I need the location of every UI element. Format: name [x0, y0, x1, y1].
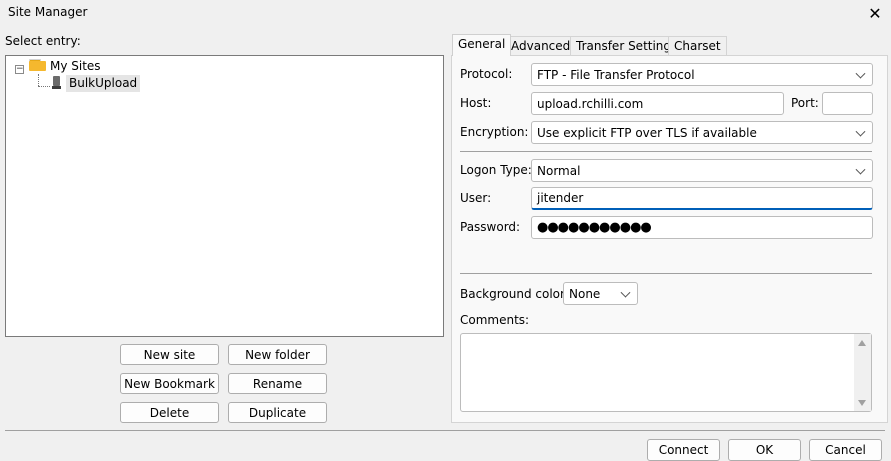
tab-charset[interactable]: Charset	[668, 36, 727, 56]
port-input[interactable]	[822, 92, 873, 115]
window-title: Site Manager	[8, 5, 88, 19]
new-folder-button[interactable]: New folder	[228, 344, 327, 365]
tree-connector	[38, 74, 39, 86]
password-value: ●●●●●●●●●●●	[537, 220, 652, 235]
title-bar: Site Manager ✕	[0, 0, 891, 26]
tab-general[interactable]: General	[452, 34, 512, 56]
encryption-label: Encryption:	[460, 125, 529, 139]
tab-advanced[interactable]: Advanced	[505, 36, 577, 56]
chevron-down-icon	[620, 287, 631, 298]
scroll-down-icon[interactable]	[858, 400, 866, 406]
tree-connector	[38, 86, 50, 87]
background-color-label: Background color:	[460, 287, 569, 301]
rename-button[interactable]: Rename	[228, 373, 327, 394]
protocol-value: FTP - File Transfer Protocol	[537, 67, 695, 82]
user-value: jitender	[537, 191, 584, 205]
new-bookmark-button[interactable]: New Bookmark	[120, 373, 219, 394]
select-entry-label: Select entry:	[5, 34, 81, 48]
duplicate-button[interactable]: Duplicate	[228, 402, 327, 423]
logon-type-select[interactable]: Normal	[531, 159, 873, 182]
background-color-select[interactable]: None	[563, 282, 638, 305]
protocol-label: Protocol:	[460, 67, 513, 81]
new-site-button[interactable]: New site	[120, 344, 219, 365]
server-icon	[52, 76, 61, 90]
background-color-value: None	[569, 286, 601, 301]
folder-icon	[29, 59, 46, 71]
comments-label: Comments:	[460, 313, 530, 327]
user-input[interactable]: jitender	[531, 187, 873, 210]
cancel-button[interactable]: Cancel	[809, 439, 882, 461]
ok-button[interactable]: OK	[728, 439, 801, 461]
delete-button[interactable]: Delete	[120, 402, 219, 423]
divider	[460, 151, 872, 152]
divider	[460, 273, 872, 274]
chevron-down-icon	[855, 68, 866, 79]
encryption-value: Use explicit FTP over TLS if available	[537, 125, 757, 140]
footer-divider	[5, 430, 885, 431]
scroll-up-icon[interactable]	[858, 340, 866, 346]
host-value: upload.rchilli.com	[537, 96, 644, 111]
tree-root-label[interactable]: My Sites	[50, 58, 101, 75]
comments-scrollbar[interactable]	[854, 334, 871, 411]
logon-type-value: Normal	[537, 163, 581, 178]
close-icon[interactable]: ✕	[860, 0, 890, 26]
comments-textarea[interactable]	[460, 333, 872, 412]
host-input[interactable]: upload.rchilli.com	[531, 92, 784, 115]
password-input[interactable]: ●●●●●●●●●●●	[531, 216, 873, 239]
chevron-down-icon	[855, 164, 866, 175]
connect-button[interactable]: Connect	[647, 439, 720, 461]
collapse-icon[interactable]: −	[15, 65, 24, 74]
protocol-select[interactable]: FTP - File Transfer Protocol	[531, 63, 873, 86]
site-tree[interactable]: − My Sites	[5, 55, 444, 337]
chevron-down-icon	[855, 126, 866, 137]
encryption-select[interactable]: Use explicit FTP over TLS if available	[531, 121, 873, 144]
port-label: Port:	[791, 96, 819, 110]
password-label: Password:	[460, 220, 521, 234]
tree-root-row[interactable]: −	[15, 61, 24, 78]
tree-item-bulkupload[interactable]: BulkUpload	[66, 75, 141, 92]
logon-type-label: Logon Type:	[460, 163, 532, 177]
user-label: User:	[460, 191, 492, 205]
tab-transfer-settings[interactable]: Transfer Settings	[570, 36, 684, 56]
host-label: Host:	[460, 96, 492, 110]
